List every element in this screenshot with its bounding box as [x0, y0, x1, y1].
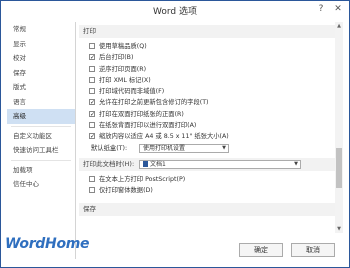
option-row[interactable]: 仅打印窗体数据(D): [79, 185, 335, 196]
sidebar-item-customize-ribbon[interactable]: 自定义功能区: [7, 129, 75, 144]
title-bar: Word 选项 ? ✕: [1, 1, 349, 19]
close-icon[interactable]: ✕: [330, 2, 346, 16]
wordhome-watermark: WordHome: [5, 236, 90, 252]
cancel-button[interactable]: 取消: [291, 243, 335, 257]
default-tray-label: 默认纸盒(T):: [91, 144, 128, 152]
option-row[interactable]: 打印在双面打印纸张的正面(R): [79, 109, 335, 120]
sidebar-item-typography[interactable]: 版式: [7, 80, 75, 95]
option-checkbox[interactable]: [89, 88, 95, 95]
option-checkbox[interactable]: [89, 187, 95, 194]
option-checkbox[interactable]: [89, 133, 95, 140]
scroll-up-icon[interactable]: ▲: [335, 22, 343, 30]
sidebar-item-general[interactable]: 常规: [7, 22, 75, 37]
document-select[interactable]: 文档1 ▼: [139, 159, 301, 169]
sidebar-item-add-ins[interactable]: 加载项: [7, 163, 75, 178]
sidebar-item-language[interactable]: 语言: [7, 95, 75, 110]
help-icon[interactable]: ?: [313, 2, 329, 16]
sidebar-divider: [11, 159, 71, 161]
option-label: 打印域代码而非域值(F): [99, 88, 165, 96]
option-checkbox[interactable]: [89, 54, 95, 61]
default-tray-select[interactable]: 使用打印机设置 ▼: [139, 143, 229, 153]
word-options-dialog: Word 选项 ? ✕ 常规 显示 校对 保存 版式 语言 高级 自定义功能区 …: [0, 0, 350, 268]
ok-button[interactable]: 确定: [239, 243, 283, 257]
option-checkbox[interactable]: [89, 65, 95, 72]
default-tray-row: 默认纸盒(T): 使用打印机设置 ▼: [79, 143, 335, 154]
option-row[interactable]: 缩放内容以适应 A4 或 8.5 x 11" 纸张大小(A): [79, 131, 335, 142]
sidebar-item-proofing[interactable]: 校对: [7, 51, 75, 66]
option-label: 逆序打印页面(R): [99, 65, 147, 73]
option-label: 仅打印窗体数据(D): [99, 187, 153, 195]
save-section-heading: 保存: [79, 202, 335, 216]
option-row[interactable]: 打印 XML 标记(X): [79, 75, 335, 86]
sidebar-item-quick-access-toolbar[interactable]: 快速访问工具栏: [7, 143, 75, 158]
option-checkbox[interactable]: [89, 76, 95, 83]
chevron-down-icon: ▼: [222, 144, 226, 151]
scroll-thumb[interactable]: [336, 148, 342, 188]
option-row[interactable]: 在文本上方打印 PostScript(P): [79, 174, 335, 185]
document-icon: [143, 160, 148, 167]
option-row[interactable]: 后台打印(B): [79, 52, 335, 63]
sidebar-item-display[interactable]: 显示: [7, 37, 75, 52]
print-section-heading: 打印: [79, 25, 335, 38]
option-label: 缩放内容以适应 A4 或 8.5 x 11" 纸张大小(A): [99, 133, 229, 141]
option-label: 打印在双面打印纸张的正面(R): [99, 110, 184, 118]
option-checkbox[interactable]: [89, 43, 95, 49]
option-label: 后台打印(B): [99, 54, 134, 62]
option-row[interactable]: 在纸张背面打印以进行双面打印(A): [79, 120, 335, 131]
option-label: 使用草稿品质(Q): [99, 43, 147, 50]
option-checkbox[interactable]: [89, 175, 95, 182]
content-scrollbar[interactable]: ▲ ▼: [335, 22, 343, 233]
option-label: 打印 XML 标记(X): [99, 76, 151, 84]
options-sidebar: 常规 显示 校对 保存 版式 语言 高级 自定义功能区 快速访问工具栏 加载项 …: [7, 22, 76, 259]
option-row[interactable]: 打印域代码而非域值(F): [79, 86, 335, 97]
document-section-heading: 打印此文档时(H): 文档1 ▼: [79, 157, 335, 171]
option-label: 在文本上方打印 PostScript(P): [99, 175, 186, 183]
sidebar-item-advanced[interactable]: 高级: [7, 109, 75, 124]
option-row[interactable]: 逆序打印页面(R): [79, 64, 335, 75]
option-label: 允许在打印之前更新包含修订的字段(T): [99, 99, 209, 107]
sidebar-item-trust-center[interactable]: 信任中心: [7, 177, 75, 192]
option-label: 在纸张背面打印以进行双面打印(A): [99, 122, 197, 130]
advanced-options-panel: 打印 使用草稿品质(Q) 后台打印(B) 逆序打印页面(R) 打印 XML 标记…: [79, 22, 335, 233]
window-title: Word 选项: [153, 7, 197, 17]
sidebar-item-save[interactable]: 保存: [7, 66, 75, 81]
option-checkbox[interactable]: [89, 110, 95, 117]
default-tray-value: 使用打印机设置: [143, 144, 186, 152]
chevron-down-icon: ▼: [294, 160, 298, 167]
scroll-down-icon[interactable]: ▼: [335, 225, 343, 233]
option-row[interactable]: 使用草稿品质(Q): [79, 41, 335, 52]
sidebar-divider: [11, 125, 71, 127]
option-checkbox[interactable]: [89, 122, 95, 129]
document-name: 文档1: [150, 160, 166, 168]
document-section-label: 打印此文档时(H):: [83, 159, 135, 168]
option-checkbox[interactable]: [89, 99, 95, 106]
option-row[interactable]: 允许在打印之前更新包含修订的字段(T): [79, 97, 335, 108]
